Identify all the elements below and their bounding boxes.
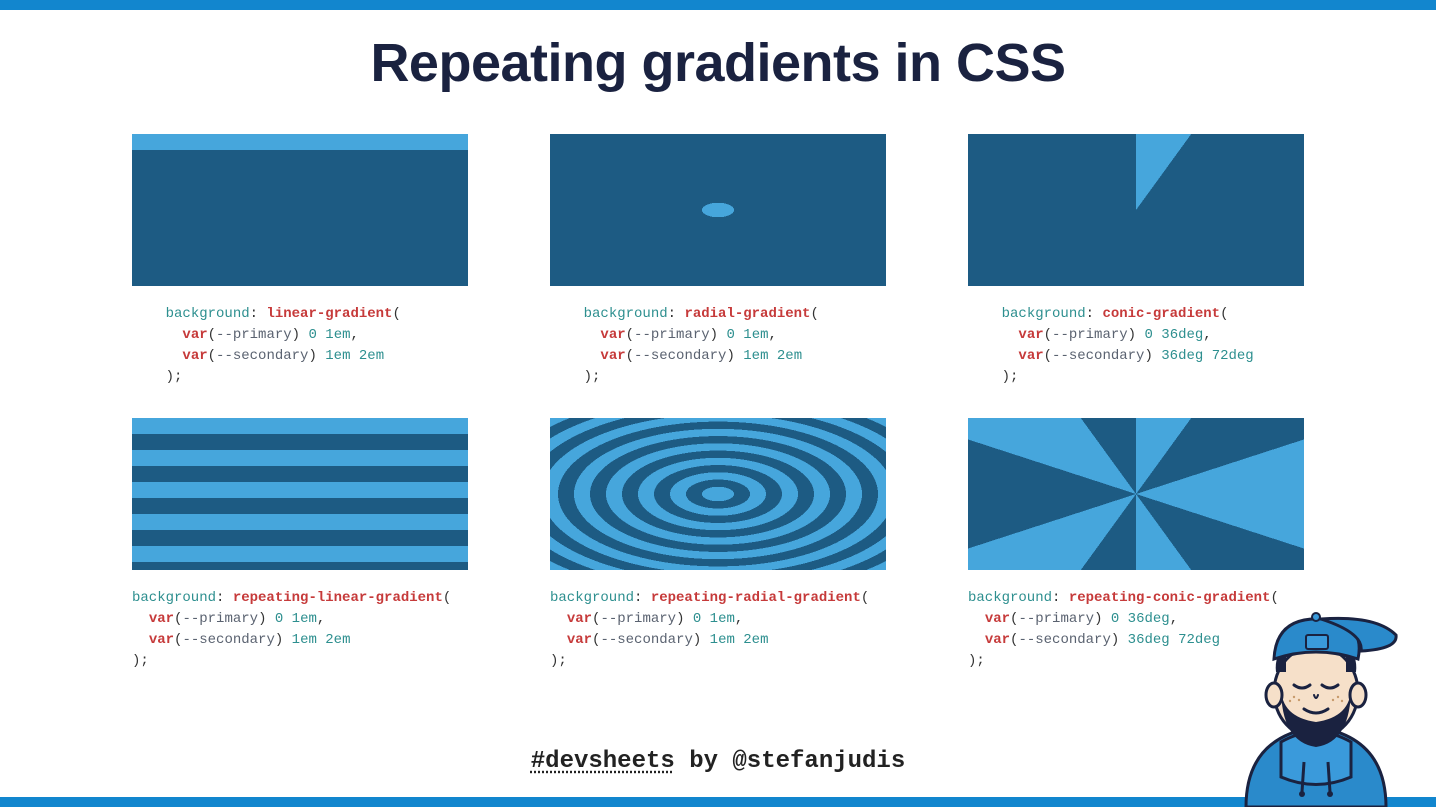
example-cell: background: repeating-radial-gradient( v… bbox=[550, 418, 886, 672]
code-snippet: background: radial-gradient( var(--prima… bbox=[550, 304, 886, 388]
gradient-preview bbox=[550, 418, 886, 570]
code-snippet: background: linear-gradient( var(--prima… bbox=[132, 304, 468, 388]
example-cell: background: radial-gradient( var(--prima… bbox=[550, 134, 886, 388]
footer-by: by bbox=[675, 748, 733, 775]
footer-handle: @stefanjudis bbox=[732, 748, 905, 775]
gradient-preview bbox=[968, 134, 1304, 286]
examples-grid: background: linear-gradient( var(--prima… bbox=[0, 94, 1436, 672]
example-cell: background: repeating-linear-gradient( v… bbox=[132, 418, 468, 672]
gradient-preview bbox=[132, 418, 468, 570]
code-snippet: background: repeating-radial-gradient( v… bbox=[550, 588, 886, 672]
author-avatar bbox=[1226, 577, 1406, 807]
gradient-preview bbox=[550, 134, 886, 286]
example-cell: background: conic-gradient( var(--primar… bbox=[968, 134, 1304, 388]
code-snippet: background: repeating-linear-gradient( v… bbox=[132, 588, 468, 672]
page-title: Repeating gradients in CSS bbox=[0, 32, 1436, 94]
footer-hashtag: #devsheets bbox=[531, 748, 675, 775]
footer: #devsheets by @stefanjudis bbox=[0, 748, 1436, 775]
code-snippet: background: conic-gradient( var(--primar… bbox=[968, 304, 1304, 388]
gradient-preview bbox=[132, 134, 468, 286]
example-cell: background: linear-gradient( var(--prima… bbox=[132, 134, 468, 388]
gradient-preview bbox=[968, 418, 1304, 570]
